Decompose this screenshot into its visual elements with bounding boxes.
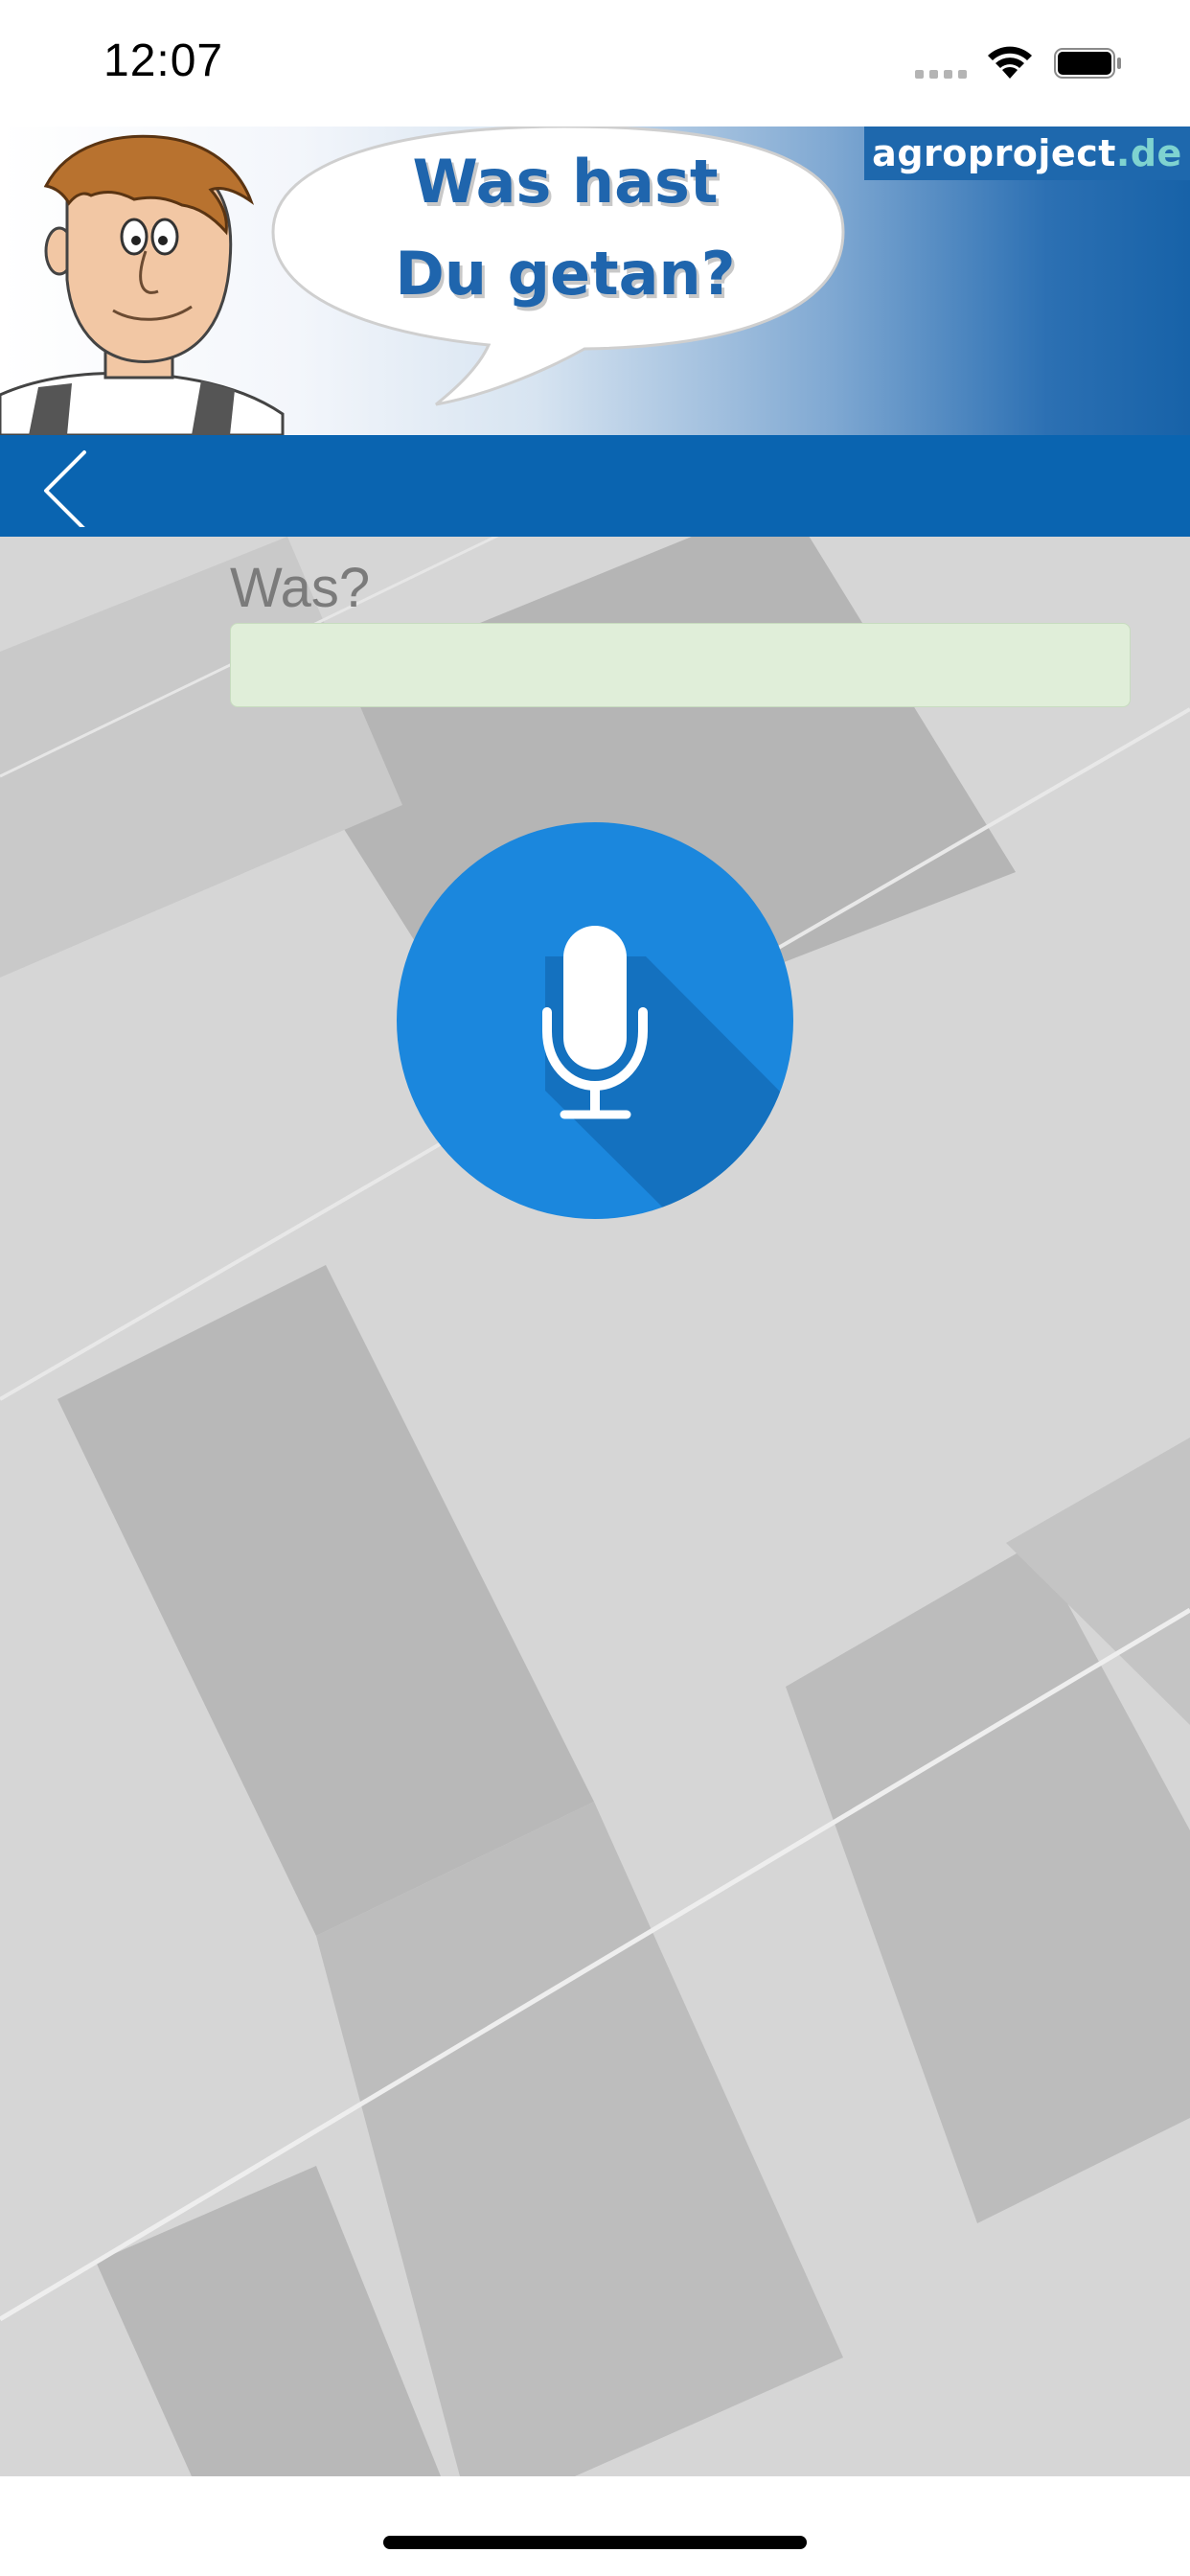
brand-tld: .de	[1115, 132, 1182, 174]
status-bar: 12:07	[0, 0, 1190, 126]
navigation-bar	[0, 435, 1190, 537]
microphone-icon	[542, 926, 793, 1219]
brand-logo: agroproject.de	[864, 126, 1190, 180]
cellular-signal-icon	[915, 70, 967, 79]
was-label: Was?	[230, 557, 371, 619]
speech-bubble-text: Was hast Du getan?	[364, 136, 767, 320]
was-input[interactable]	[230, 623, 1131, 707]
main-content: Was?	[0, 537, 1190, 2476]
wifi-icon	[988, 46, 1032, 79]
speech-line-1: Was hast	[412, 147, 719, 217]
header-banner: Was hast Du getan? agroproject.de	[0, 126, 1190, 435]
home-indicator-area	[0, 2476, 1190, 2576]
back-button[interactable]	[29, 447, 105, 531]
home-indicator[interactable]	[383, 2536, 807, 2549]
brand-name: agroproject	[872, 132, 1116, 174]
battery-icon	[1054, 48, 1121, 79]
chevron-left-icon	[44, 450, 86, 531]
microphone-button[interactable]	[397, 822, 793, 1219]
speech-line-2: Du getan?	[395, 239, 736, 309]
status-time: 12:07	[103, 35, 224, 86]
